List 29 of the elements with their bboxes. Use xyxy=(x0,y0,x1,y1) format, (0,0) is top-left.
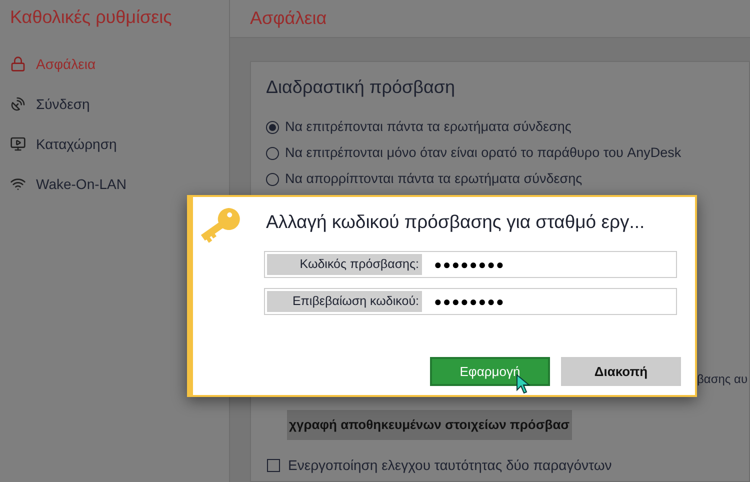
radio-label: Να επιτρέπονται μόνο όταν είναι ορατό το παράθυρο του AnyDesk xyxy=(285,144,682,162)
password-field[interactable]: Κωδικός πρόσβασης: ●●●●●●●● xyxy=(264,251,677,278)
lock-icon xyxy=(10,56,26,72)
radio-button[interactable] xyxy=(266,146,279,160)
satellite-dish-icon xyxy=(10,96,26,112)
option-text: βασης αυ xyxy=(697,371,748,388)
dialog-title: Αλλαγή κωδικού πρόσβασης για σταθμό εργ... xyxy=(266,210,645,234)
cancel-button[interactable]: Διακοπή xyxy=(561,357,681,386)
sidebar-item[interactable]: Σύνδεση xyxy=(0,84,229,124)
field-label: Επιβεβαίωση κωδικού: xyxy=(267,291,422,312)
checkbox[interactable] xyxy=(267,459,280,472)
clear-credentials-button[interactable]: χγραφή αποθηκευμένων στοιχείων πρόσβασ xyxy=(287,410,572,440)
password-value: ●●●●●●●● xyxy=(434,256,505,274)
field-label: Κωδικός πρόσβασης: xyxy=(267,254,422,275)
sidebar-title: Καθολικές ρυθμίσεις xyxy=(9,6,173,29)
checkbox-label: Ενεργοποίηση ελεγχου ταυτότητας δύο παραγόντων xyxy=(288,456,612,475)
wifi-icon xyxy=(10,176,26,192)
radio-button[interactable] xyxy=(266,172,279,186)
monitor-play-icon xyxy=(10,136,26,152)
page-title: Ασφάλεια xyxy=(250,7,327,30)
sidebar-item[interactable]: Wake-On-LAN xyxy=(0,164,229,204)
apply-button[interactable]: Εφαρμογή xyxy=(430,357,550,386)
password-value: ●●●●●●●● xyxy=(434,292,505,311)
radio-button[interactable] xyxy=(266,120,279,134)
password-field[interactable]: Επιβεβαίωση κωδικού: ●●●●●●●● xyxy=(264,288,677,315)
radio-label: Να απορρίπτονται πάντα τα ερωτήματα σύνδεσης xyxy=(285,170,582,188)
sidebar-item[interactable]: Καταχώρηση xyxy=(0,124,229,164)
radio-label: Να επιτρέπονται πάντα τα ερωτήματα σύνδεσης xyxy=(285,118,572,136)
card-title: Διαδραστική πρόσβαση xyxy=(266,76,456,99)
